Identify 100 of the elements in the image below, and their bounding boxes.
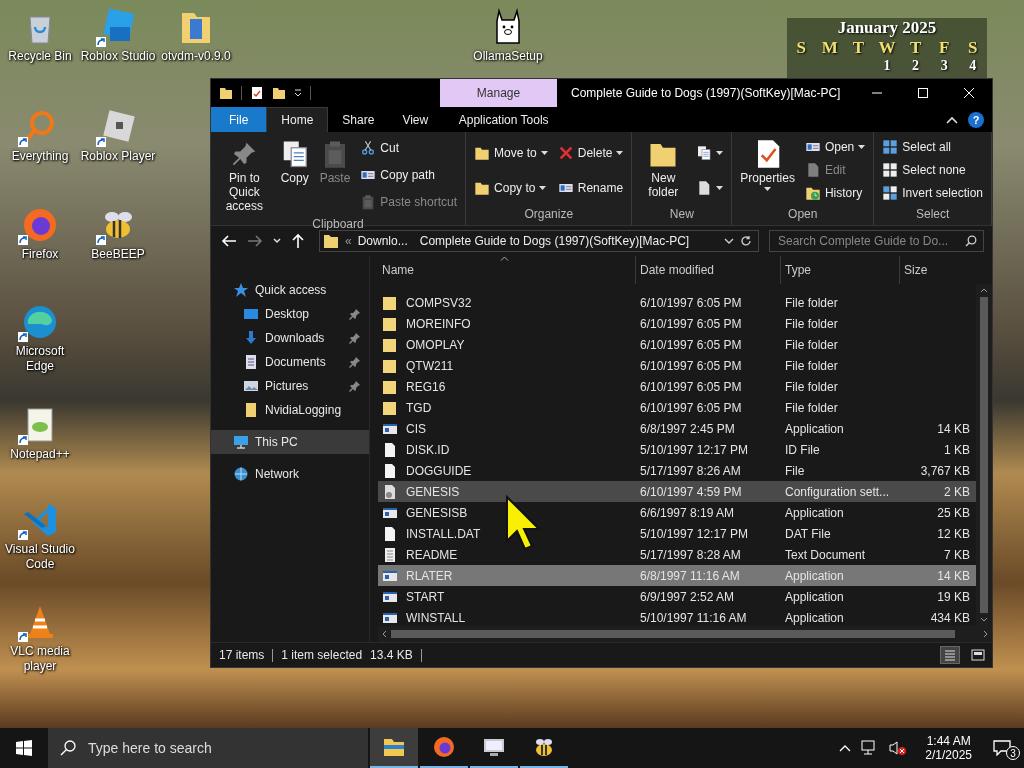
file-row[interactable]: CIS 6/8/1997 2:45 PM Application 14 KB [378,418,976,439]
ribbon-tab[interactable]: Share [328,107,389,132]
overflow-chevron[interactable]: « [345,234,352,248]
file-tab[interactable]: File [211,107,267,132]
file-row[interactable]: GENESISB 6/6/1997 8:19 AM Application 25 KB [378,502,976,523]
nav-item[interactable]: Network [211,462,369,486]
collapse-ribbon-icon[interactable] [946,115,958,124]
ribbon-button[interactable]: Select all [878,136,987,157]
file-row[interactable]: RLATER 6/8/1997 11:16 AM Application 14 KB [378,565,976,586]
folder-icon[interactable] [219,86,233,100]
file-row[interactable]: TGD 6/10/1997 6:05 PM File folder [378,397,976,418]
nav-item[interactable]: Pictures [211,374,369,398]
nav-item[interactable]: This PC [211,430,369,454]
star-icon [233,282,249,298]
file-row[interactable]: START 6/9/1997 2:52 AM Application 19 KB [378,586,976,607]
properties-icon[interactable] [250,86,264,100]
search-field[interactable]: Search Complete Guide to Do... [769,230,984,252]
ribbon-button[interactable]: Select none [878,160,987,180]
scroll-up-icon[interactable] [980,288,988,293]
ribbon-button[interactable]: Copy [275,135,314,215]
breadcrumb[interactable]: Downlo... [357,234,408,248]
taskbar-app[interactable] [370,728,418,768]
ribbon-button[interactable]: Open [800,136,870,157]
dropdown-icon[interactable] [724,238,734,244]
file-name: MOREINFO [406,316,471,331]
ribbon-tab[interactable]: Application Tools [445,107,563,132]
file-row[interactable]: DISK.ID 5/10/1997 12:17 PM ID File 1 KB [378,439,976,460]
column-header[interactable]: Name [378,256,636,284]
forward-icon[interactable] [247,234,263,248]
ribbon-button[interactable]: New folder [636,135,691,205]
horizontal-scrollbar[interactable] [378,626,992,642]
file-row[interactable]: REG16 6/10/1997 6:05 PM File folder [378,376,976,397]
address-bar[interactable]: « Downlo... Complete Guide to Dogs (1997)(SoftKey)[Mac-PC] [319,230,759,252]
type-cell-text: Text Document [784,547,867,562]
show-hidden-icons-icon[interactable] [839,744,852,752]
desktop-icon-label: Visual Studio Code [4,542,76,572]
dropdown-icon[interactable] [294,88,302,98]
date-cell-text: 5/10/1997 11:16 AM [639,610,748,625]
file-row[interactable]: MOREINFO 6/10/1997 6:05 PM File folder [378,313,976,334]
ribbon-button[interactable]: Delete [553,142,628,163]
file-row[interactable]: DOGGUIDE 5/17/1997 8:26 AM File 3,767 KB [378,460,976,481]
nav-item[interactable]: Downloads [211,326,369,350]
weekday-label: T [908,38,923,58]
ribbon-tab[interactable]: Home [266,107,329,132]
ribbon-button[interactable]: Copy to [470,177,552,198]
up-icon[interactable] [291,233,305,249]
picture-icon [243,378,259,394]
file-row[interactable]: QTW211 6/10/1997 6:05 PM File folder [378,355,976,376]
date-cell-text: 5/10/1997 12:17 PM [639,526,750,541]
scrollbar-thumb[interactable] [391,630,955,638]
ribbon-button[interactable]: Invert selection [878,183,987,204]
file-row[interactable]: WINSTALL 5/10/1997 11:16 AM Application 434 KB [378,607,976,628]
nav-item[interactable]: Quick access [211,278,369,302]
clock-date[interactable]: 2/1/2025 [925,748,972,762]
desktop-icon-label: Microsoft Edge [14,344,66,374]
ribbon-button[interactable]: Rename [553,177,628,198]
column-header[interactable]: Type [781,256,900,284]
ribbon-tab[interactable]: View [388,107,443,132]
file-name: START [406,589,445,604]
clock-time[interactable]: 1:44 AM [926,734,971,748]
scrollbar-thumb[interactable] [980,297,988,613]
ribbon-button[interactable]: Cut [356,138,462,159]
breadcrumb[interactable]: Complete Guide to Dogs (1997)(SoftKey)[Mac-PC] [419,234,690,248]
ribbon-button[interactable]: History [800,183,870,204]
context-tab[interactable]: Manage [440,79,557,107]
recent-locations-icon[interactable] [273,238,281,244]
type-cell-text: Application [784,421,845,436]
item-count: 17 items [219,648,265,662]
nav-item[interactable]: Documents [211,350,369,374]
taskbar-search-field[interactable]: Type here to search [48,728,368,768]
column-header[interactable]: Size [900,256,972,284]
type-cell-text: DAT File [784,526,832,541]
browser-icon [432,735,456,759]
scroll-right-icon[interactable] [983,630,988,638]
scroll-left-icon[interactable] [382,630,387,638]
column-header[interactable]: Date modified [636,256,781,284]
date-cell-text: 6/10/1997 6:05 PM [639,358,743,373]
refresh-icon[interactable] [740,235,752,247]
folder-icon [323,233,339,249]
vertical-scrollbar[interactable] [976,284,992,626]
nav-item[interactable]: Desktop [211,302,369,326]
back-icon[interactable] [221,234,237,248]
file-row[interactable]: COMPSV32 6/10/1997 6:05 PM File folder [378,292,976,313]
ribbon-button[interactable]: Pin to Quick access [215,135,274,215]
file-row[interactable]: OMOPLAY 6/10/1997 6:05 PM File folder [378,334,976,355]
file-row[interactable]: GENESIS 6/10/1997 4:59 PM Configuration sett... 2 KB [378,481,976,502]
ribbon-button[interactable]: Properties [736,135,799,205]
muted-speaker-icon[interactable] [889,740,908,756]
ribbon-button[interactable]: Copy path [356,165,462,185]
notification-icon[interactable] [993,740,1011,756]
details-view-button[interactable] [940,646,960,664]
delete-icon [557,144,574,161]
ribbon-button[interactable]: Move to [470,142,552,163]
file-row[interactable]: README 5/17/1997 8:28 AM Text Document 7 KB [378,544,976,565]
help-button[interactable]: ? [968,111,984,128]
file-row[interactable]: INSTALL.DAT 5/10/1997 12:17 PM DAT File 12 KB [378,523,976,544]
folder-icon[interactable] [272,86,286,100]
scroll-down-icon[interactable] [980,617,988,622]
tiles-view-button[interactable] [968,646,988,664]
nav-item[interactable]: NvidiaLogging [211,398,369,422]
